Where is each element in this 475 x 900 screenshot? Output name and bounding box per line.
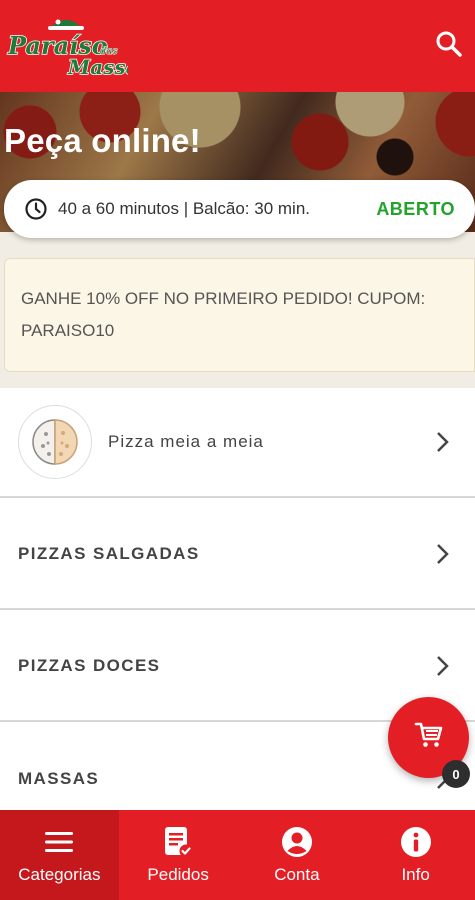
category-label: PIZZAS SALGADAS [18,544,200,563]
orders-icon [161,825,195,859]
pizza-half-icon [18,405,92,479]
search-icon [435,30,463,63]
promo-text: GANHE 10% OFF NO PRIMEIRO PEDIDO! CUPOM:… [21,289,426,340]
hero-title: Peça online! [4,122,201,159]
nav-label: Conta [274,865,320,884]
category-label: Pizza meia a meia [108,432,264,451]
search-button[interactable] [429,26,469,66]
info-icon [399,825,433,859]
nav-label: Info [401,865,430,884]
nav-categorias[interactable]: Categorias [0,810,119,900]
store-status-card: 40 a 60 minutos | Balcão: 30 min. ABERTO [4,180,475,238]
nav-label: Pedidos [147,865,209,884]
brand-logo[interactable]: Paraíso das Massas [6,14,151,80]
nav-info[interactable]: Info [356,810,475,900]
promo-banner: GANHE 10% OFF NO PRIMEIRO PEDIDO! CUPOM:… [4,258,475,372]
nav-pedidos[interactable]: Pedidos [119,810,238,900]
cart-count-badge: 0 [442,760,470,788]
logo-line2: Massas [67,55,128,78]
category-label: MASSAS [18,769,100,788]
category-item-pizza-meia[interactable]: Pizza meia a meia [0,388,475,498]
chevron-right-icon [435,430,451,454]
nav-conta[interactable]: Conta [238,810,357,900]
chevron-right-icon [435,542,451,566]
status-badge: ABERTO [376,198,455,219]
menu-icon [42,825,76,859]
cart-icon [414,720,444,755]
bottom-navigation: Categorias Pedidos Conta Info [0,810,475,900]
delivery-time: 40 a 60 minutos | Balcão: 30 min. [58,199,311,218]
nav-label: Categorias [18,865,101,884]
clock-icon [24,197,48,221]
app-header: Paraíso das Massas [0,0,475,92]
chevron-right-icon [435,654,451,678]
category-label: PIZZAS DOCES [18,656,161,675]
category-item-pizzas-salgadas[interactable]: PIZZAS SALGADAS [0,500,475,610]
account-icon [280,825,314,859]
